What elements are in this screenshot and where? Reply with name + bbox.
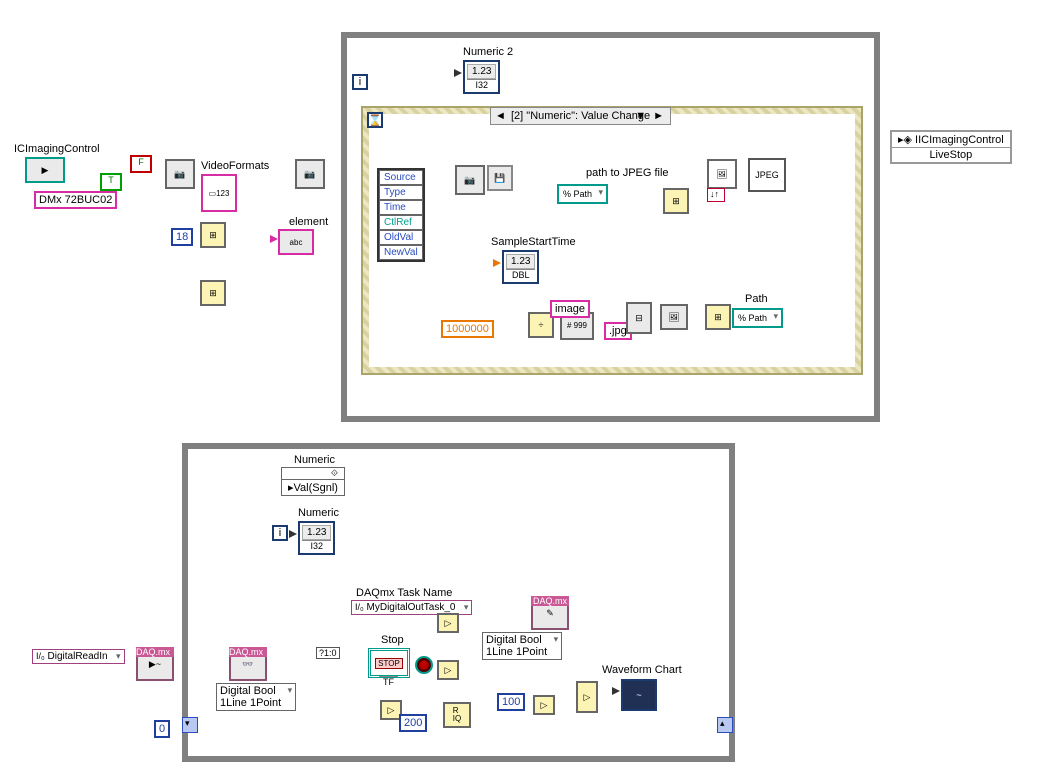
digital-read-in-control[interactable]: I/₀ DigitalReadIn <box>32 649 125 664</box>
constant-18[interactable]: 18 <box>171 228 193 246</box>
not-node-1: ▷ <box>437 613 459 633</box>
stop-label: Stop <box>381 634 404 646</box>
invoke-node-save: 💾 <box>487 165 513 191</box>
array-size-node: ⊞ <box>200 280 226 306</box>
select-1-0-node: ?1:0 <box>316 647 340 659</box>
video-formats-node: ▭123 <box>201 174 237 212</box>
image-constant[interactable]: image <box>550 300 590 318</box>
daqmx-start-node: DAQ.mx ▶~ <box>136 647 174 681</box>
wire-arrow <box>493 259 501 267</box>
daqmx-read-node: DAQ.mx 👓 <box>229 647 267 681</box>
numeric-prop-label: Numeric <box>294 454 335 466</box>
path-to-jpeg-label: path to JPEG file <box>586 167 669 179</box>
wire-arrow <box>270 235 278 243</box>
path-to-jpeg-control[interactable]: % Path <box>557 184 608 204</box>
shift-register-right: ▴ <box>717 717 733 733</box>
index-array-node: ⊞ <box>200 222 226 248</box>
property-node-camera-1: 📷 <box>165 159 195 189</box>
constant-million[interactable]: 1000000 <box>441 320 494 338</box>
not-node-2: ▷ <box>437 660 459 680</box>
jpeg-save-node: JPEG <box>748 158 786 192</box>
daqmx-task-label: DAQmx Task Name <box>356 587 452 599</box>
compare-node-2: ▷ <box>533 695 555 715</box>
sample-start-label: SampleStartTime <box>491 236 576 248</box>
numeric-ind-label: Numeric <box>298 507 339 519</box>
build-path-node-2: ⊞ <box>705 304 731 330</box>
waveform-chart-label: Waveform Chart <box>602 664 682 676</box>
path-indicator[interactable]: % Path <box>732 308 783 328</box>
device-constant[interactable]: DMx 72BUC02 <box>34 191 117 209</box>
ic-imaging-refnum[interactable]: ▶ <box>25 157 65 183</box>
wire-arrow <box>612 687 620 695</box>
quotient-remainder-node: R IQ <box>443 702 471 728</box>
element-indicator[interactable]: abc <box>278 229 314 255</box>
event-timeout-terminal: ⌛ <box>367 112 383 128</box>
iteration-terminal: i <box>352 74 368 90</box>
numeric-prop-node[interactable]: ⟐ ▸Val(Sgnl) <box>281 467 345 496</box>
iic-out-field[interactable]: ▸◈ IICImagingControl LiveStop <box>890 130 1012 164</box>
wire-arrow <box>289 530 297 538</box>
event-data-cluster: Source Type Time CtlRef OldVal NewVal <box>377 168 425 262</box>
element-label: element <box>289 216 328 228</box>
select-node: ▷ <box>576 681 598 713</box>
imaq-flatten-node: 🖼 <box>707 159 737 189</box>
daqmx-read-mode[interactable]: Digital Bool 1Line 1Point <box>216 683 296 711</box>
invoke-node-camera: 📷 <box>455 165 485 195</box>
arrow-pair-icon: ↓↑ <box>707 188 725 202</box>
imaq-create-node: 🖼 <box>660 304 688 330</box>
numeric2-indicator[interactable]: 1.23 I32 <box>463 60 500 94</box>
constant-zero[interactable]: 0 <box>154 720 170 738</box>
video-formats-label: VideoFormats <box>201 160 269 172</box>
event-case-selector[interactable]: [2] "Numeric": Value Change <box>490 107 671 125</box>
shift-register-left: ▾ <box>182 717 198 733</box>
ic-imaging-label: ICImagingControl <box>14 143 100 155</box>
wire-arrow <box>454 69 462 77</box>
stop-tf-label: TF <box>379 676 398 687</box>
constant-100[interactable]: 100 <box>497 693 525 711</box>
false-constant[interactable]: F <box>130 155 152 173</box>
sample-start-indicator[interactable]: 1.23 DBL <box>502 250 539 284</box>
concat-string-node: ⊟ <box>626 302 652 334</box>
numeric-indicator[interactable]: 1.23 I32 <box>298 521 335 555</box>
build-path-node-1: ⊞ <box>663 188 689 214</box>
path-label: Path <box>745 293 768 305</box>
stop-button[interactable]: STOP <box>368 648 410 678</box>
waveform-chart-indicator[interactable]: ~ <box>621 679 657 711</box>
daqmx-write-mode[interactable]: Digital Bool 1Line 1Point <box>482 632 562 660</box>
loop-condition-2 <box>415 656 433 674</box>
property-node-camera-2: 📷 <box>295 159 325 189</box>
constant-200[interactable]: 200 <box>399 714 427 732</box>
daqmx-write-node: DAQ.mx ✎ <box>531 596 569 630</box>
true-constant[interactable]: T <box>100 173 122 191</box>
numeric2-label: Numeric 2 <box>463 46 513 58</box>
iteration-terminal-2: i <box>272 525 288 541</box>
